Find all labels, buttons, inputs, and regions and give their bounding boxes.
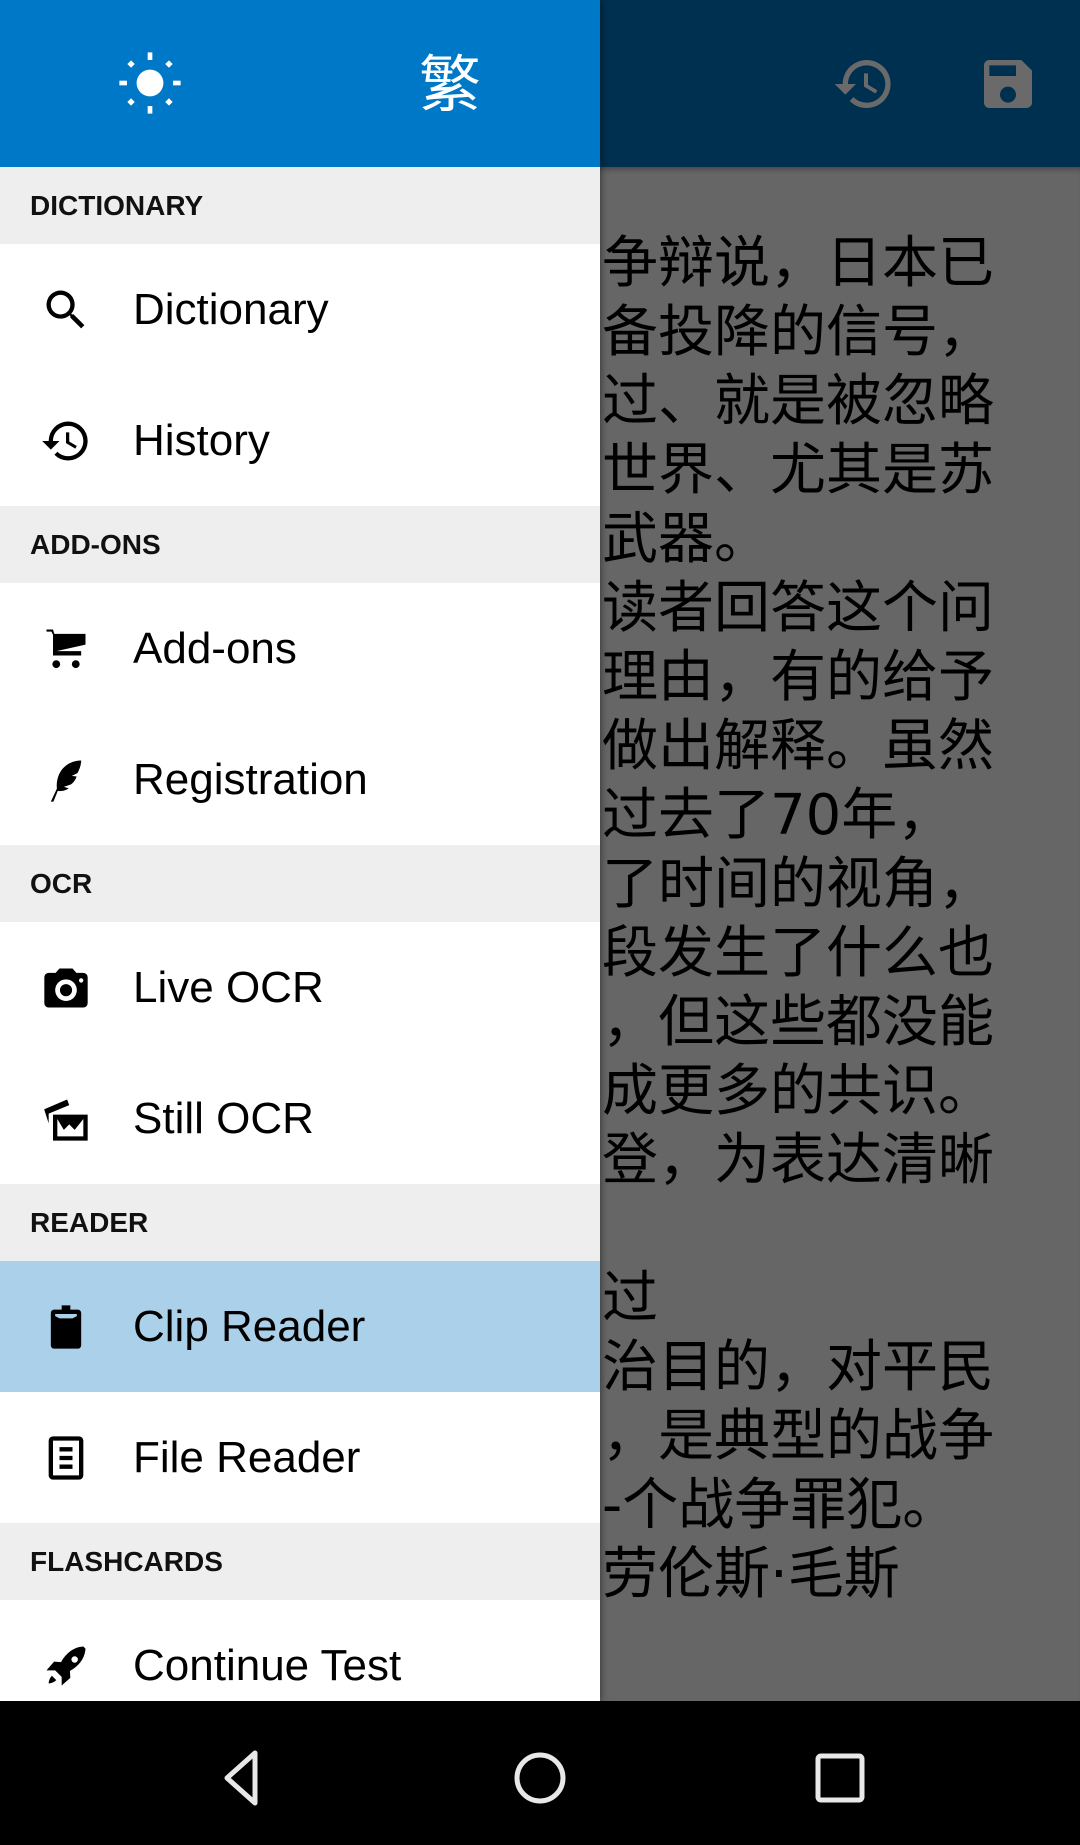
reader-line: 段发生了什么也 — [602, 921, 994, 986]
menu-item-live-ocr[interactable]: Live OCR — [0, 922, 600, 1053]
reader-line: 过去了70年， — [602, 783, 954, 848]
system-nav-bar — [0, 1701, 1080, 1845]
reader-line: 过 — [602, 1266, 658, 1331]
reader-line: ，但这些都没能 — [602, 990, 994, 1055]
reader-line: 争辩说，日本已 — [602, 231, 994, 296]
recents-icon — [815, 1753, 865, 1803]
reader-content: 争辩说，日本已 备投降的信号， 过、就是被忽略 世界、尤其是苏 武器。 读者回答这个问 理由… — [600, 167, 1080, 1701]
menu-item-add-ons[interactable]: Add-ons — [0, 583, 600, 714]
reader-line: ，是典型的战争 — [602, 1404, 994, 1469]
document-icon — [40, 1432, 92, 1484]
photos-icon — [40, 1093, 92, 1145]
menu-item-label: Live OCR — [133, 962, 324, 1012]
script-toggle-button[interactable]: 繁 — [415, 50, 485, 120]
menu-item-clip-reader[interactable]: Clip Reader — [0, 1261, 600, 1392]
theme-toggle-button[interactable] — [115, 50, 185, 120]
reader-line: -个战争罪犯。 — [602, 1473, 959, 1538]
drawer-header: 繁 — [0, 0, 600, 167]
reader-line: 读者回答这个问 — [602, 576, 994, 641]
menu-item-still-ocr[interactable]: Still OCR — [0, 1053, 600, 1184]
reader-text: 争辩说，日本已 备投降的信号， 过、就是被忽略 世界、尤其是苏 武器。 读者回答这个问 理由… — [602, 229, 994, 1609]
menu-item-label: History — [133, 415, 270, 465]
reader-line: 治目的，对平民 — [602, 1335, 994, 1400]
recents-button[interactable] — [805, 1743, 875, 1813]
menu-item-label: Still OCR — [133, 1093, 314, 1143]
reader-line: 理由，有的给予 — [602, 645, 994, 710]
menu-item-registration[interactable]: Registration — [0, 714, 600, 845]
menu-item-label: Add-ons — [133, 623, 297, 673]
reader-line: 成更多的共识。 — [602, 1059, 994, 1124]
section-header-dictionary: DICTIONARY — [0, 167, 600, 244]
camera-icon — [40, 962, 92, 1014]
section-header-ocr: OCR — [0, 845, 600, 922]
save-icon[interactable] — [976, 52, 1040, 116]
cart-icon — [40, 623, 92, 675]
reader-line: 过、就是被忽略 — [602, 369, 994, 434]
reader-line: 登，为表达清晰 — [602, 1128, 994, 1193]
menu-item-history[interactable]: History — [0, 375, 600, 506]
menu-item-label: File Reader — [133, 1432, 361, 1482]
drawer-menu: DICTIONARY Dictionary History ADD-ONS Add-on… — [0, 167, 600, 1701]
reader-line: 劳伦斯·毛斯 — [602, 1542, 900, 1607]
navigation-drawer: 繁 DICTIONARY Dictionary History ADD-ONS Add-… — [0, 0, 600, 1701]
feather-icon — [40, 754, 92, 806]
history-icon — [40, 415, 92, 467]
home-icon — [514, 1752, 566, 1804]
section-header-reader: READER — [0, 1184, 600, 1261]
menu-item-label: Registration — [133, 754, 368, 804]
brightness-icon — [115, 48, 185, 122]
reader-line: 世界、尤其是苏 — [602, 438, 994, 503]
menu-item-continue-test[interactable]: Continue Test — [0, 1600, 600, 1701]
history-icon[interactable] — [832, 52, 896, 116]
reader-line: 武器。 — [602, 507, 770, 572]
menu-item-dictionary[interactable]: Dictionary — [0, 244, 600, 375]
back-icon — [224, 1750, 258, 1806]
reader-line: 做出解释。虽然 — [602, 714, 994, 779]
reader-line: 备投降的信号， — [602, 300, 994, 365]
home-button[interactable] — [505, 1743, 575, 1813]
menu-item-label: Continue Test — [133, 1640, 402, 1690]
rocket-icon — [40, 1640, 92, 1692]
reader-line: 了时间的视角， — [602, 852, 994, 917]
menu-item-file-reader[interactable]: File Reader — [0, 1392, 600, 1523]
section-header-add-ons: ADD-ONS — [0, 506, 600, 583]
menu-item-label: Clip Reader — [133, 1301, 366, 1351]
clipboard-icon — [40, 1301, 92, 1353]
search-icon — [40, 284, 92, 336]
section-header-flashcards: FLASHCARDS — [0, 1523, 600, 1600]
menu-item-label: Dictionary — [133, 284, 329, 334]
back-button[interactable] — [205, 1743, 275, 1813]
reader-line — [602, 1195, 994, 1264]
